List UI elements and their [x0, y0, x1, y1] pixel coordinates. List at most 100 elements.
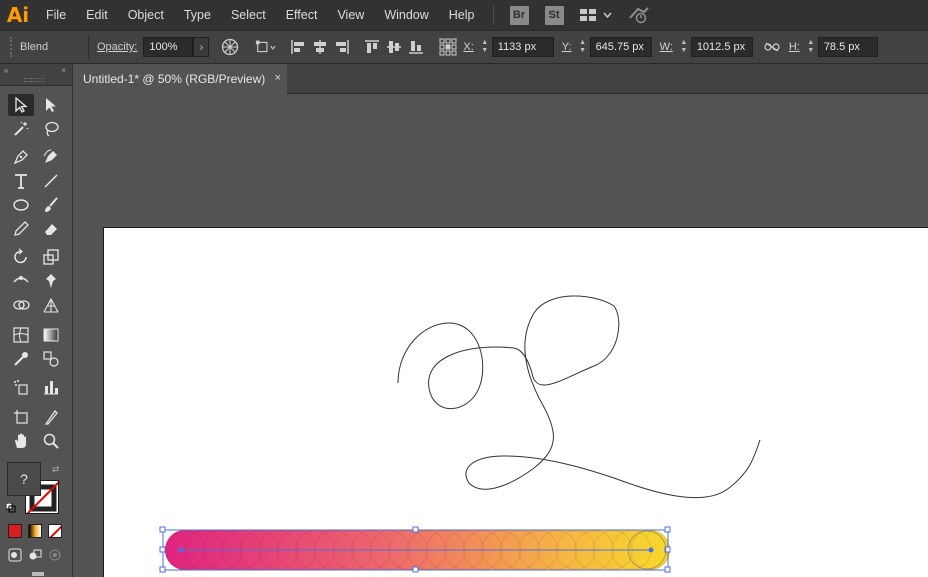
ellipse-tool[interactable] [8, 194, 34, 216]
screen-mode-button[interactable] [32, 572, 44, 576]
opacity-field[interactable]: 100% [143, 37, 194, 57]
type-tool[interactable] [8, 170, 34, 192]
perspective-grid-tool[interactable] [38, 294, 64, 316]
symbol-sprayer-tool[interactable] [8, 376, 34, 398]
panel-grip[interactable] [10, 37, 14, 57]
document-tab-bar: Untitled-1* @ 50% (RGB/Preview) × [73, 64, 928, 94]
align-center-icon[interactable] [309, 36, 331, 58]
pen-tool[interactable] [8, 146, 34, 168]
divider [88, 35, 89, 59]
menu-object[interactable]: Object [118, 0, 174, 30]
y-field[interactable]: 645.75 px [589, 37, 652, 57]
hand-tool[interactable] [8, 430, 34, 452]
resize-handle [664, 566, 671, 573]
menu-select[interactable]: Select [221, 0, 276, 30]
tools-panel: « × ? ⇄ [0, 64, 73, 577]
y-stepper[interactable]: ▲ ▼ [576, 37, 590, 57]
puppet-warp-tool[interactable] [38, 270, 64, 292]
close-document-icon[interactable]: × [275, 72, 281, 84]
color-mode-button[interactable] [8, 524, 22, 538]
draw-inside-icon[interactable] [48, 548, 62, 562]
canvas-pasteboard[interactable] [73, 94, 928, 577]
line-segment-tool[interactable] [38, 170, 64, 192]
align-middle-icon[interactable] [383, 36, 405, 58]
gradient-mode-button[interactable] [28, 524, 42, 538]
w-field[interactable]: 1012.5 px [690, 37, 753, 57]
h-field[interactable]: 78.5 px [817, 37, 878, 57]
x-label: X: [463, 41, 474, 53]
opacity-label[interactable]: Opacity: [97, 41, 137, 53]
reference-point-icon[interactable] [437, 36, 459, 58]
w-label: W: [659, 41, 673, 53]
eyedropper-tool[interactable] [8, 348, 34, 370]
swap-fill-stroke-icon[interactable]: ⇄ [52, 464, 60, 475]
panel-grip[interactable] [24, 78, 44, 82]
shape-builder-tool[interactable] [8, 294, 34, 316]
menu-type[interactable]: Type [174, 0, 221, 30]
direct-selection-tool[interactable] [38, 94, 64, 116]
gradient-tool[interactable] [38, 324, 64, 346]
resize-handle [159, 526, 166, 533]
constrain-proportions-icon[interactable] [761, 36, 783, 58]
menu-help[interactable]: Help [439, 0, 485, 30]
freehand-spiral-path[interactable] [397, 295, 761, 499]
zoom-tool[interactable] [38, 430, 64, 452]
document-tab[interactable]: Untitled-1* @ 50% (RGB/Preview) × [73, 64, 287, 94]
curvature-tool[interactable] [38, 146, 64, 168]
align-top-icon[interactable] [361, 36, 383, 58]
x-stepper[interactable]: ▲ ▼ [478, 37, 492, 57]
resize-handle [412, 526, 419, 533]
bridge-button[interactable]: Br [509, 5, 529, 25]
selection-type-label: Blend [20, 41, 49, 53]
fill-swatch[interactable]: ? [7, 462, 41, 496]
rotate-tool[interactable] [8, 246, 34, 268]
menu-bar: Ai File Edit Object Type Select Effect V… [0, 0, 928, 30]
artboard-tool[interactable] [8, 406, 34, 428]
recolor-artwork-icon[interactable] [219, 36, 241, 58]
width-tool[interactable] [8, 270, 34, 292]
resize-handle [412, 566, 419, 573]
selection-tool[interactable] [8, 94, 34, 116]
tools-panel-header[interactable]: « × [0, 64, 72, 86]
align-left-icon[interactable] [287, 36, 309, 58]
h-label: H: [788, 41, 800, 53]
scale-tool[interactable] [38, 246, 64, 268]
menu-effect[interactable]: Effect [276, 0, 328, 30]
workspace-switcher-icon[interactable] [579, 8, 612, 22]
menu-edit[interactable]: Edit [76, 0, 118, 30]
resize-handle [159, 566, 166, 573]
resize-handle [664, 526, 671, 533]
artwork[interactable] [104, 228, 928, 577]
mesh-tool[interactable] [8, 324, 34, 346]
menu-separator [492, 5, 494, 25]
blend-tool[interactable] [38, 348, 64, 370]
draw-normal-icon[interactable] [8, 548, 22, 562]
lasso-tool[interactable] [38, 118, 64, 140]
artboard[interactable] [103, 227, 928, 577]
x-field[interactable]: 1133 px [491, 37, 554, 57]
draw-behind-icon[interactable] [28, 548, 42, 562]
align-right-icon[interactable] [331, 36, 353, 58]
paintbrush-tool[interactable] [38, 194, 64, 216]
default-fill-stroke-icon[interactable] [5, 502, 16, 513]
magic-wand-tool[interactable] [8, 118, 34, 140]
opacity-flyout-button[interactable]: › [193, 37, 210, 57]
eraser-tool[interactable] [38, 218, 64, 240]
h-stepper[interactable]: ▲ ▼ [804, 37, 818, 57]
transform-icon[interactable] [255, 36, 277, 58]
none-mode-button[interactable] [48, 524, 62, 538]
menu-file[interactable]: File [36, 0, 76, 30]
control-bar: Blend Opacity: 100% › X: ▲ ▼ 1133 px Y: ▲… [0, 30, 928, 64]
close-icon[interactable]: × [61, 66, 66, 75]
menu-window[interactable]: Window [374, 0, 438, 30]
collapse-icon[interactable]: « [4, 66, 8, 75]
resize-handle [159, 546, 166, 553]
gpu-performance-icon[interactable] [628, 6, 650, 24]
pencil-tool[interactable] [8, 218, 34, 240]
column-graph-tool[interactable] [38, 376, 64, 398]
align-bottom-icon[interactable] [405, 36, 427, 58]
w-stepper[interactable]: ▲ ▼ [677, 37, 691, 57]
menu-view[interactable]: View [327, 0, 374, 30]
slice-tool[interactable] [38, 406, 64, 428]
stock-button[interactable]: St [544, 5, 564, 25]
